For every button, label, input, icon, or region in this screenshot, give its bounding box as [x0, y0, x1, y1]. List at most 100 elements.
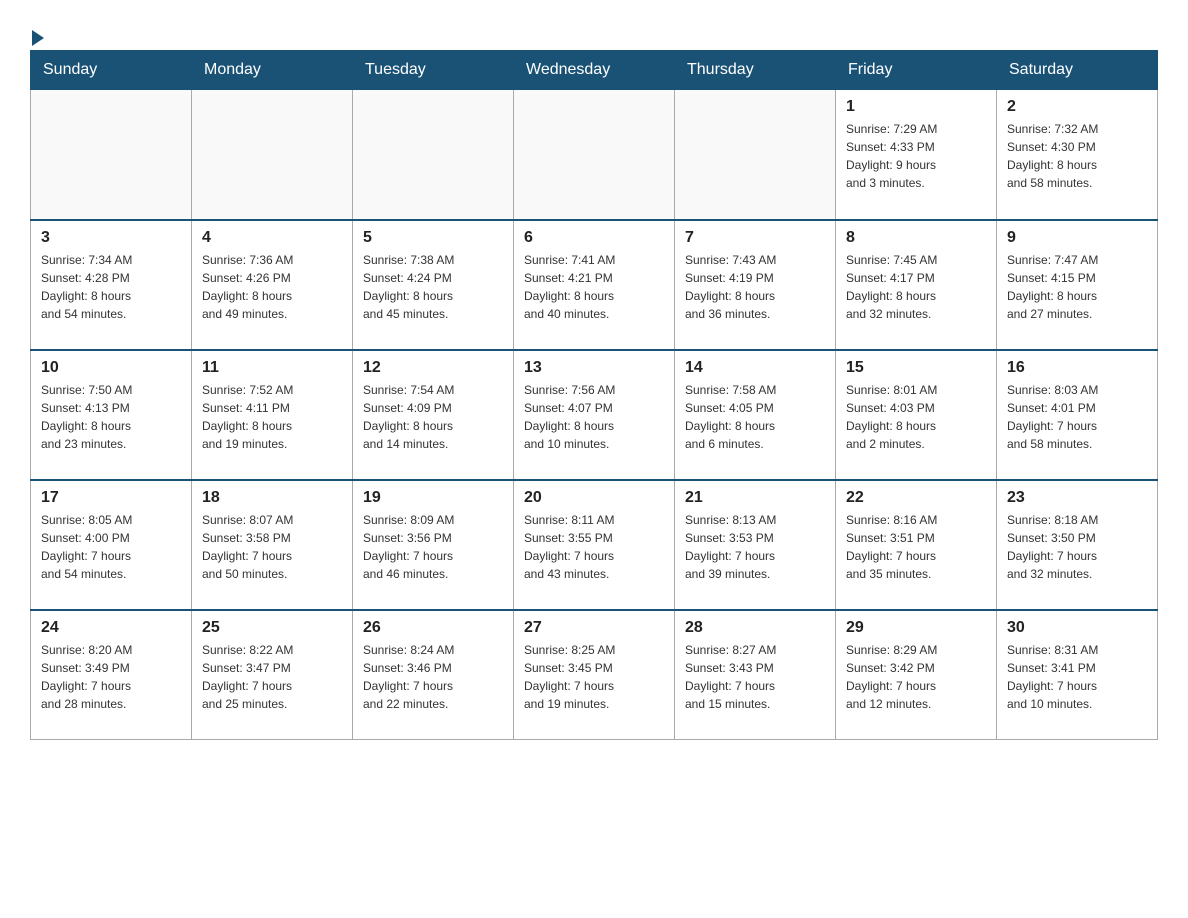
calendar-cell: 14 Sunrise: 7:58 AM Sunset: 4:05 PM Dayli… — [675, 350, 836, 480]
day-number: 22 — [846, 489, 986, 507]
day-info: Sunrise: 8:11 AM Sunset: 3:55 PM Dayligh… — [524, 511, 664, 583]
day-number: 12 — [363, 359, 503, 377]
day-info: Sunrise: 8:25 AM Sunset: 3:45 PM Dayligh… — [524, 641, 664, 713]
day-number: 2 — [1007, 98, 1147, 116]
calendar-cell — [675, 90, 836, 220]
day-info: Sunrise: 8:16 AM Sunset: 3:51 PM Dayligh… — [846, 511, 986, 583]
day-info: Sunrise: 7:32 AM Sunset: 4:30 PM Dayligh… — [1007, 120, 1147, 192]
day-number: 28 — [685, 619, 825, 637]
day-number: 18 — [202, 489, 342, 507]
day-info: Sunrise: 7:52 AM Sunset: 4:11 PM Dayligh… — [202, 381, 342, 453]
weekday-header-thursday: Thursday — [675, 51, 836, 90]
day-info: Sunrise: 8:24 AM Sunset: 3:46 PM Dayligh… — [363, 641, 503, 713]
day-info: Sunrise: 7:56 AM Sunset: 4:07 PM Dayligh… — [524, 381, 664, 453]
calendar-cell — [192, 90, 353, 220]
day-number: 15 — [846, 359, 986, 377]
calendar-cell: 18 Sunrise: 8:07 AM Sunset: 3:58 PM Dayli… — [192, 480, 353, 610]
day-number: 30 — [1007, 619, 1147, 637]
calendar-cell — [514, 90, 675, 220]
day-number: 7 — [685, 229, 825, 247]
day-number: 5 — [363, 229, 503, 247]
day-info: Sunrise: 8:09 AM Sunset: 3:56 PM Dayligh… — [363, 511, 503, 583]
day-number: 6 — [524, 229, 664, 247]
day-info: Sunrise: 8:31 AM Sunset: 3:41 PM Dayligh… — [1007, 641, 1147, 713]
calendar-week-row: 3 Sunrise: 7:34 AM Sunset: 4:28 PM Daylig… — [31, 220, 1158, 350]
calendar-cell: 5 Sunrise: 7:38 AM Sunset: 4:24 PM Daylig… — [353, 220, 514, 350]
day-number: 21 — [685, 489, 825, 507]
day-info: Sunrise: 8:05 AM Sunset: 4:00 PM Dayligh… — [41, 511, 181, 583]
calendar-cell: 16Sunrise: 8:03 AM Sunset: 4:01 PM Dayli… — [997, 350, 1158, 480]
calendar-cell: 3 Sunrise: 7:34 AM Sunset: 4:28 PM Daylig… — [31, 220, 192, 350]
day-info: Sunrise: 8:22 AM Sunset: 3:47 PM Dayligh… — [202, 641, 342, 713]
calendar-week-row: 17 Sunrise: 8:05 AM Sunset: 4:00 PM Dayli… — [31, 480, 1158, 610]
day-info: Sunrise: 8:20 AM Sunset: 3:49 PM Dayligh… — [41, 641, 181, 713]
weekday-header-wednesday: Wednesday — [514, 51, 675, 90]
calendar-cell: 9Sunrise: 7:47 AM Sunset: 4:15 PM Daylig… — [997, 220, 1158, 350]
day-number: 4 — [202, 229, 342, 247]
day-number: 27 — [524, 619, 664, 637]
day-number: 13 — [524, 359, 664, 377]
calendar-cell: 29 Sunrise: 8:29 AM Sunset: 3:42 PM Dayli… — [836, 610, 997, 740]
weekday-header-tuesday: Tuesday — [353, 51, 514, 90]
day-number: 25 — [202, 619, 342, 637]
calendar-week-row: 1 Sunrise: 7:29 AM Sunset: 4:33 PM Daylig… — [31, 90, 1158, 220]
day-info: Sunrise: 7:43 AM Sunset: 4:19 PM Dayligh… — [685, 251, 825, 323]
calendar-cell: 7 Sunrise: 7:43 AM Sunset: 4:19 PM Daylig… — [675, 220, 836, 350]
day-number: 20 — [524, 489, 664, 507]
calendar-table: SundayMondayTuesdayWednesdayThursdayFrid… — [30, 50, 1158, 740]
logo — [30, 30, 44, 40]
calendar-cell: 2 Sunrise: 7:32 AM Sunset: 4:30 PM Daylig… — [997, 90, 1158, 220]
calendar-cell — [31, 90, 192, 220]
calendar-cell: 15 Sunrise: 8:01 AM Sunset: 4:03 PM Dayli… — [836, 350, 997, 480]
calendar-week-row: 24 Sunrise: 8:20 AM Sunset: 3:49 PM Dayli… — [31, 610, 1158, 740]
day-info: Sunrise: 7:36 AM Sunset: 4:26 PM Dayligh… — [202, 251, 342, 323]
day-number: 14 — [685, 359, 825, 377]
day-info: Sunrise: 8:01 AM Sunset: 4:03 PM Dayligh… — [846, 381, 986, 453]
day-number: 3 — [41, 229, 181, 247]
calendar-cell: 4 Sunrise: 7:36 AM Sunset: 4:26 PM Daylig… — [192, 220, 353, 350]
day-info: Sunrise: 7:29 AM Sunset: 4:33 PM Dayligh… — [846, 120, 986, 192]
calendar-cell: 12Sunrise: 7:54 AM Sunset: 4:09 PM Dayli… — [353, 350, 514, 480]
calendar-cell: 6Sunrise: 7:41 AM Sunset: 4:21 PM Daylig… — [514, 220, 675, 350]
calendar-cell: 1 Sunrise: 7:29 AM Sunset: 4:33 PM Daylig… — [836, 90, 997, 220]
weekday-header-monday: Monday — [192, 51, 353, 90]
day-number: 29 — [846, 619, 986, 637]
calendar-week-row: 10 Sunrise: 7:50 AM Sunset: 4:13 PM Dayli… — [31, 350, 1158, 480]
day-number: 8 — [846, 229, 986, 247]
day-info: Sunrise: 7:38 AM Sunset: 4:24 PM Dayligh… — [363, 251, 503, 323]
day-info: Sunrise: 7:45 AM Sunset: 4:17 PM Dayligh… — [846, 251, 986, 323]
calendar-cell: 30 Sunrise: 8:31 AM Sunset: 3:41 PM Dayli… — [997, 610, 1158, 740]
calendar-cell: 24 Sunrise: 8:20 AM Sunset: 3:49 PM Dayli… — [31, 610, 192, 740]
calendar-cell: 21Sunrise: 8:13 AM Sunset: 3:53 PM Dayli… — [675, 480, 836, 610]
weekday-header-saturday: Saturday — [997, 51, 1158, 90]
day-number: 24 — [41, 619, 181, 637]
day-number: 11 — [202, 359, 342, 377]
weekday-header-friday: Friday — [836, 51, 997, 90]
day-info: Sunrise: 8:18 AM Sunset: 3:50 PM Dayligh… — [1007, 511, 1147, 583]
day-info: Sunrise: 8:27 AM Sunset: 3:43 PM Dayligh… — [685, 641, 825, 713]
day-number: 17 — [41, 489, 181, 507]
header — [30, 20, 1158, 40]
logo-arrow-icon — [32, 30, 44, 46]
day-info: Sunrise: 7:34 AM Sunset: 4:28 PM Dayligh… — [41, 251, 181, 323]
calendar-cell: 10 Sunrise: 7:50 AM Sunset: 4:13 PM Dayli… — [31, 350, 192, 480]
calendar-cell: 17 Sunrise: 8:05 AM Sunset: 4:00 PM Dayli… — [31, 480, 192, 610]
day-info: Sunrise: 8:07 AM Sunset: 3:58 PM Dayligh… — [202, 511, 342, 583]
day-number: 10 — [41, 359, 181, 377]
day-number: 9 — [1007, 229, 1147, 247]
calendar-cell: 28 Sunrise: 8:27 AM Sunset: 3:43 PM Dayli… — [675, 610, 836, 740]
weekday-header-sunday: Sunday — [31, 51, 192, 90]
calendar-cell: 8 Sunrise: 7:45 AM Sunset: 4:17 PM Daylig… — [836, 220, 997, 350]
calendar-cell — [353, 90, 514, 220]
day-info: Sunrise: 7:58 AM Sunset: 4:05 PM Dayligh… — [685, 381, 825, 453]
day-number: 1 — [846, 98, 986, 116]
calendar-cell: 19Sunrise: 8:09 AM Sunset: 3:56 PM Dayli… — [353, 480, 514, 610]
calendar-cell: 27 Sunrise: 8:25 AM Sunset: 3:45 PM Dayli… — [514, 610, 675, 740]
day-info: Sunrise: 7:50 AM Sunset: 4:13 PM Dayligh… — [41, 381, 181, 453]
calendar-cell: 23 Sunrise: 8:18 AM Sunset: 3:50 PM Dayli… — [997, 480, 1158, 610]
day-number: 23 — [1007, 489, 1147, 507]
calendar-cell: 26Sunrise: 8:24 AM Sunset: 3:46 PM Dayli… — [353, 610, 514, 740]
day-info: Sunrise: 8:03 AM Sunset: 4:01 PM Dayligh… — [1007, 381, 1147, 453]
day-info: Sunrise: 8:29 AM Sunset: 3:42 PM Dayligh… — [846, 641, 986, 713]
calendar-cell: 22 Sunrise: 8:16 AM Sunset: 3:51 PM Dayli… — [836, 480, 997, 610]
